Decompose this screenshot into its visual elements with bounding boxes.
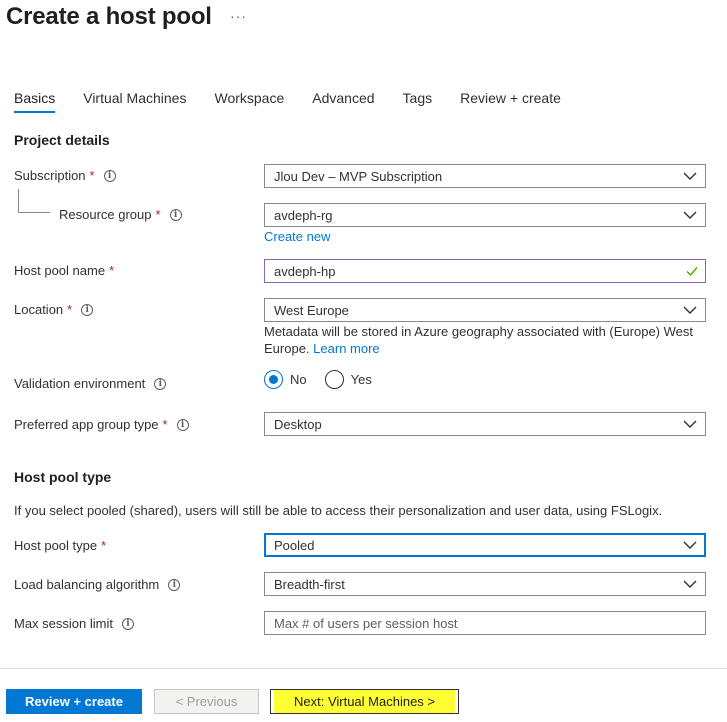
host-pool-name-label: Host pool name * xyxy=(14,263,114,278)
resource-group-label-text: Resource group xyxy=(59,207,152,222)
app-group-type-value: Desktop xyxy=(274,416,322,432)
max-session-limit-input[interactable]: Max # of users per session host xyxy=(264,611,706,635)
chevron-down-icon xyxy=(683,306,697,314)
tab-virtual-machines[interactable]: Virtual Machines xyxy=(83,90,186,113)
load-balancing-value: Breadth-first xyxy=(274,576,345,592)
host-pool-name-value: avdeph-hp xyxy=(274,263,336,279)
host-pool-type-description: If you select pooled (shared), users wil… xyxy=(14,503,663,518)
chevron-down-icon xyxy=(683,211,697,219)
info-icon[interactable]: i xyxy=(103,169,116,182)
subscription-label: Subscription * i xyxy=(14,168,116,183)
radio-selected-dot xyxy=(269,375,278,384)
hierarchy-connector xyxy=(18,189,50,213)
checkmark-icon xyxy=(686,267,698,277)
max-session-limit-label-text: Max session limit xyxy=(14,616,113,631)
app-group-type-dropdown[interactable]: Desktop xyxy=(264,412,706,436)
learn-more-link[interactable]: Learn more xyxy=(313,341,379,356)
info-icon[interactable]: i xyxy=(121,617,134,630)
project-details-heading: Project details xyxy=(14,132,110,148)
chevron-down-icon xyxy=(683,420,697,428)
tab-basics[interactable]: Basics xyxy=(14,90,56,113)
next-virtual-machines-button[interactable]: Next: Virtual Machines > xyxy=(270,689,459,714)
load-balancing-label-text: Load balancing algorithm xyxy=(14,577,160,592)
resource-group-dropdown[interactable]: avdeph-rg xyxy=(264,203,706,227)
app-group-type-label-text: Preferred app group type xyxy=(14,417,159,432)
subscription-label-text: Subscription xyxy=(14,168,86,183)
load-balancing-dropdown[interactable]: Breadth-first xyxy=(264,572,706,596)
resource-group-value: avdeph-rg xyxy=(274,207,333,223)
location-label-text: Location xyxy=(14,302,64,317)
more-options-icon[interactable]: ··· xyxy=(230,8,247,24)
host-pool-type-label-text: Host pool type xyxy=(14,538,98,553)
next-button-label: Next: Virtual Machines > xyxy=(273,690,456,713)
location-dropdown[interactable]: West Europe xyxy=(264,298,706,322)
chevron-down-icon xyxy=(683,541,697,549)
radio-no[interactable] xyxy=(264,370,283,389)
required-marker: * xyxy=(155,207,161,222)
host-pool-type-dropdown[interactable]: Pooled xyxy=(264,533,706,557)
required-marker: * xyxy=(89,168,95,183)
host-pool-type-label: Host pool type * xyxy=(14,538,106,553)
tab-advanced[interactable]: Advanced xyxy=(312,90,374,113)
info-icon[interactable]: i xyxy=(169,208,182,221)
max-session-limit-label: Max session limit i xyxy=(14,616,134,631)
tab-workspace[interactable]: Workspace xyxy=(214,90,284,113)
location-help-text: Metadata will be stored in Azure geograp… xyxy=(264,323,704,357)
resource-group-label: Resource group * i xyxy=(59,207,182,222)
validation-radio-group: No Yes xyxy=(264,370,390,389)
page-title: Create a host pool xyxy=(6,3,212,30)
subscription-dropdown[interactable]: Jlou Dev – MVP Subscription xyxy=(264,164,706,188)
info-icon[interactable]: i xyxy=(154,377,167,390)
info-icon[interactable]: i xyxy=(168,578,181,591)
tab-bar: Basics Virtual Machines Workspace Advanc… xyxy=(14,90,589,113)
review-create-button[interactable]: Review + create xyxy=(6,689,142,714)
chevron-down-icon xyxy=(683,172,697,180)
footer-divider xyxy=(0,668,727,669)
max-session-placeholder: Max # of users per session host xyxy=(274,615,458,631)
location-label: Location * i xyxy=(14,302,94,317)
load-balancing-label: Load balancing algorithm i xyxy=(14,577,181,592)
info-icon[interactable]: i xyxy=(81,303,94,316)
required-marker: * xyxy=(67,302,73,317)
subscription-value: Jlou Dev – MVP Subscription xyxy=(274,168,443,184)
chevron-down-icon xyxy=(683,580,697,588)
required-marker: * xyxy=(101,538,107,553)
host-pool-name-label-text: Host pool name xyxy=(14,263,106,278)
radio-no-label[interactable]: No xyxy=(290,372,307,387)
validation-environment-label-text: Validation environment xyxy=(14,376,146,391)
host-pool-type-value: Pooled xyxy=(274,537,315,553)
required-marker: * xyxy=(109,263,115,278)
radio-yes[interactable] xyxy=(324,370,344,389)
required-marker: * xyxy=(162,417,168,432)
host-pool-type-heading: Host pool type xyxy=(14,469,112,485)
app-group-type-label: Preferred app group type * i xyxy=(14,417,189,432)
location-value: West Europe xyxy=(274,302,349,318)
host-pool-name-input[interactable]: avdeph-hp xyxy=(264,259,706,283)
radio-yes-label[interactable]: Yes xyxy=(351,372,372,387)
validation-environment-label: Validation environment i xyxy=(14,376,167,391)
info-icon[interactable]: i xyxy=(176,418,189,431)
create-new-link[interactable]: Create new xyxy=(264,229,330,244)
tab-tags[interactable]: Tags xyxy=(403,90,433,113)
previous-button[interactable]: < Previous xyxy=(154,689,259,714)
tab-review-create[interactable]: Review + create xyxy=(460,90,561,113)
